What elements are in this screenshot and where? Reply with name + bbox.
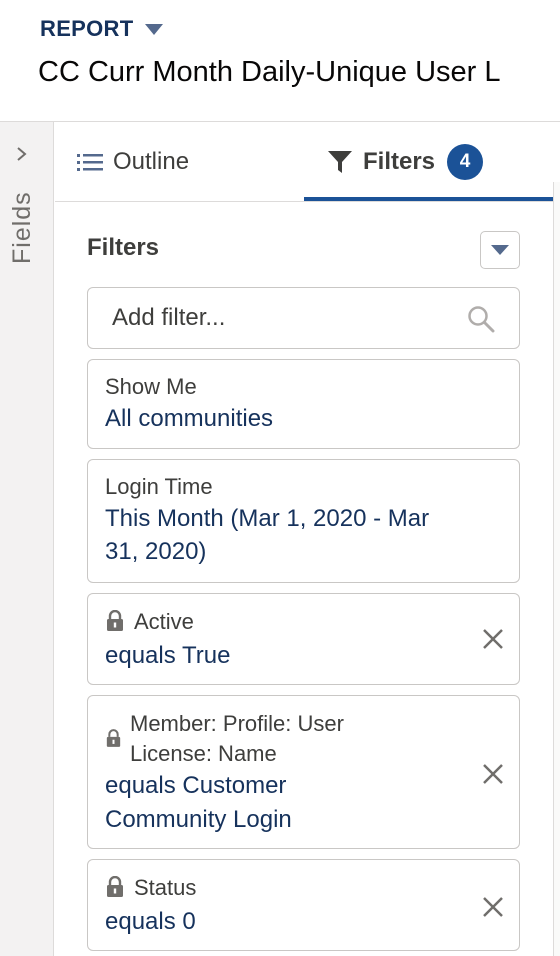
fields-rail[interactable]: Fields <box>0 122 54 956</box>
filter-value: equals True <box>105 642 231 669</box>
filter-label: Login Time <box>105 474 213 499</box>
filter-label: Status <box>134 875 197 900</box>
filter-member-profile-user-license[interactable]: Member: Profile: User License: Name equa… <box>87 695 520 849</box>
close-icon[interactable] <box>481 895 505 919</box>
filters-menu-button[interactable] <box>480 231 520 269</box>
filter-login-time[interactable]: Login Time This Month (Mar 1, 2020 - Mar… <box>87 459 520 583</box>
filter-value: All communities <box>105 405 274 432</box>
report-type-switcher[interactable]: REPORT <box>40 16 164 42</box>
tab-filters-label: Filters <box>363 148 436 175</box>
filter-label: Active <box>134 609 194 634</box>
funnel-icon <box>327 149 353 175</box>
caret-down-icon <box>145 23 164 35</box>
search-icon <box>467 305 495 338</box>
filter-value-line-2: 31, 2020) <box>105 538 207 565</box>
filters-panel-title: Filters <box>87 234 160 261</box>
filter-status[interactable]: Status equals 0 <box>87 859 520 951</box>
list-icon <box>77 152 103 172</box>
chevron-right-icon[interactable] <box>14 147 28 161</box>
active-tab-indicator <box>304 197 553 201</box>
tab-outline[interactable]: Outline <box>77 122 189 202</box>
lock-icon <box>106 729 121 747</box>
filters-count-badge: 4 <box>447 144 484 180</box>
report-canvas-edge <box>553 182 560 956</box>
panel-tabs: Outline Filters 4 <box>55 122 553 202</box>
lock-icon <box>107 876 123 897</box>
filter-value-line-1: This Month (Mar 1, 2020 - Mar <box>105 505 430 532</box>
close-icon[interactable] <box>481 627 505 651</box>
add-filter-search <box>87 287 520 349</box>
report-title: CC Curr Month Daily-Unique User L <box>38 56 501 88</box>
tab-outline-label: Outline <box>113 148 190 175</box>
filter-value-line-2: Community Login <box>105 806 292 833</box>
chevron-down-icon <box>491 245 509 255</box>
tab-filters[interactable]: Filters 4 <box>327 122 484 202</box>
filter-show-me[interactable]: Show Me All communities <box>87 359 520 449</box>
close-icon[interactable] <box>481 762 505 786</box>
filter-label-line-1: Member: Profile: User <box>130 711 344 736</box>
fields-label: Fields <box>8 191 36 264</box>
filter-value: equals 0 <box>105 908 196 935</box>
report-header: REPORT CC Curr Month Daily-Unique User L <box>0 0 560 122</box>
filter-label: Show Me <box>105 374 197 399</box>
filter-value-line-1: equals Customer <box>105 772 287 799</box>
add-filter-input[interactable] <box>112 302 452 334</box>
report-type-label: REPORT <box>40 16 134 41</box>
filter-active[interactable]: Active equals True <box>87 593 520 685</box>
filter-label-line-2: License: Name <box>130 741 277 766</box>
lock-icon <box>107 610 123 631</box>
